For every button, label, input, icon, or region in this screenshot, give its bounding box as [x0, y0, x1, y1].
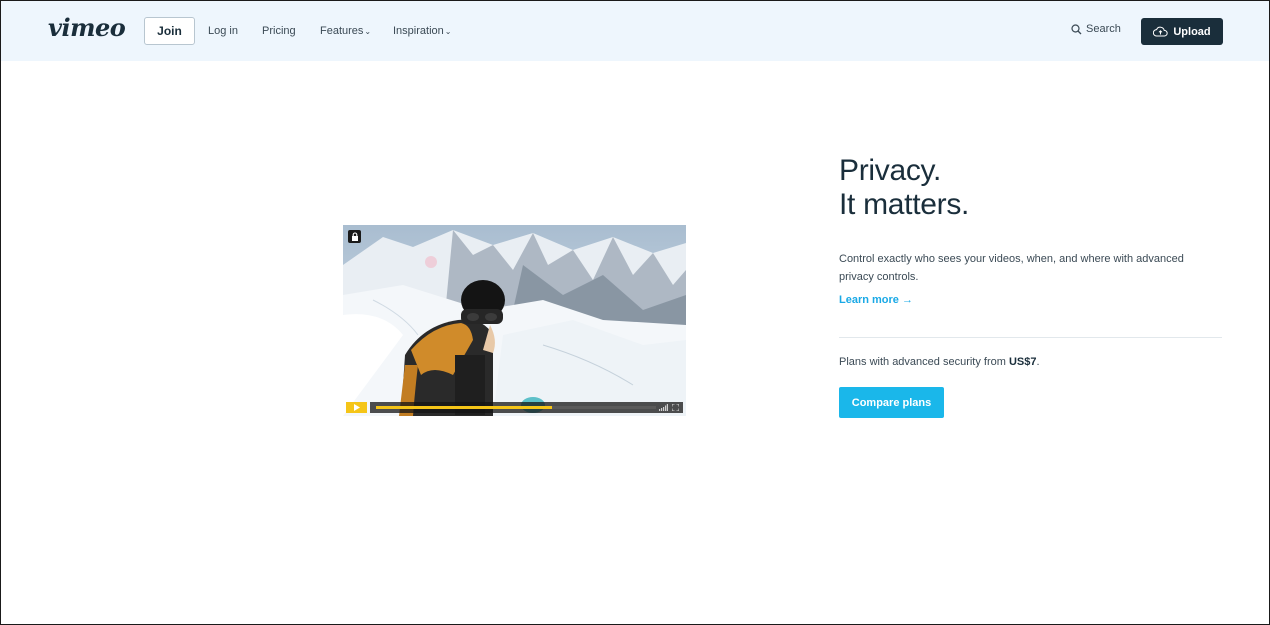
video-player[interactable]: [343, 225, 686, 416]
upload-button[interactable]: Upload: [1141, 18, 1223, 45]
pricing-link[interactable]: Pricing: [262, 25, 296, 37]
chevron-down-icon: ⌄: [444, 27, 452, 36]
inspiration-label: Inspiration: [393, 25, 444, 37]
player-controls: [346, 402, 683, 413]
top-nav: vimeo Join Log in Pricing Features⌄ Insp…: [1, 1, 1269, 61]
page-title: Privacy. It matters.: [839, 154, 969, 222]
features-label: Features: [320, 25, 364, 37]
plans-prefix: Plans with advanced security from: [839, 356, 1009, 368]
headline-line-1: Privacy.: [839, 154, 942, 187]
play-button[interactable]: [346, 402, 367, 413]
login-link[interactable]: Log in: [208, 25, 238, 37]
headline-line-2: It matters.: [839, 188, 970, 221]
plans-suffix: .: [1036, 356, 1040, 368]
upload-cloud-icon: [1153, 26, 1168, 37]
compare-plans-button[interactable]: Compare plans: [839, 387, 944, 418]
control-bar: [370, 402, 683, 413]
private-lock-badge: [348, 230, 361, 243]
learn-more-link[interactable]: Learn more →: [839, 294, 913, 306]
player-icons: [659, 404, 679, 411]
privacy-description: Control exactly who sees your videos, wh…: [839, 253, 1184, 283]
inspiration-menu[interactable]: Inspiration⌄: [393, 25, 451, 37]
fullscreen-icon[interactable]: [672, 404, 679, 411]
plans-text: Plans with advanced security from US$7.: [839, 356, 1040, 368]
section-divider: [839, 337, 1222, 338]
features-menu[interactable]: Features⌄: [320, 25, 371, 37]
progress-bar[interactable]: [376, 406, 656, 409]
search-label: Search: [1086, 23, 1121, 35]
chevron-down-icon: ⌄: [364, 27, 372, 36]
lock-icon: [351, 232, 358, 241]
upload-label: Upload: [1173, 25, 1211, 38]
progress-fill: [376, 406, 553, 409]
search-icon: [1071, 23, 1082, 34]
vimeo-logo[interactable]: vimeo: [48, 13, 126, 42]
search-button[interactable]: Search: [1071, 23, 1121, 35]
plans-price: US$7: [1008, 356, 1037, 368]
volume-icon[interactable]: [659, 404, 668, 411]
video-thumbnail-snowboarder: [343, 225, 686, 416]
join-button[interactable]: Join: [144, 17, 195, 45]
play-icon: [353, 404, 360, 411]
